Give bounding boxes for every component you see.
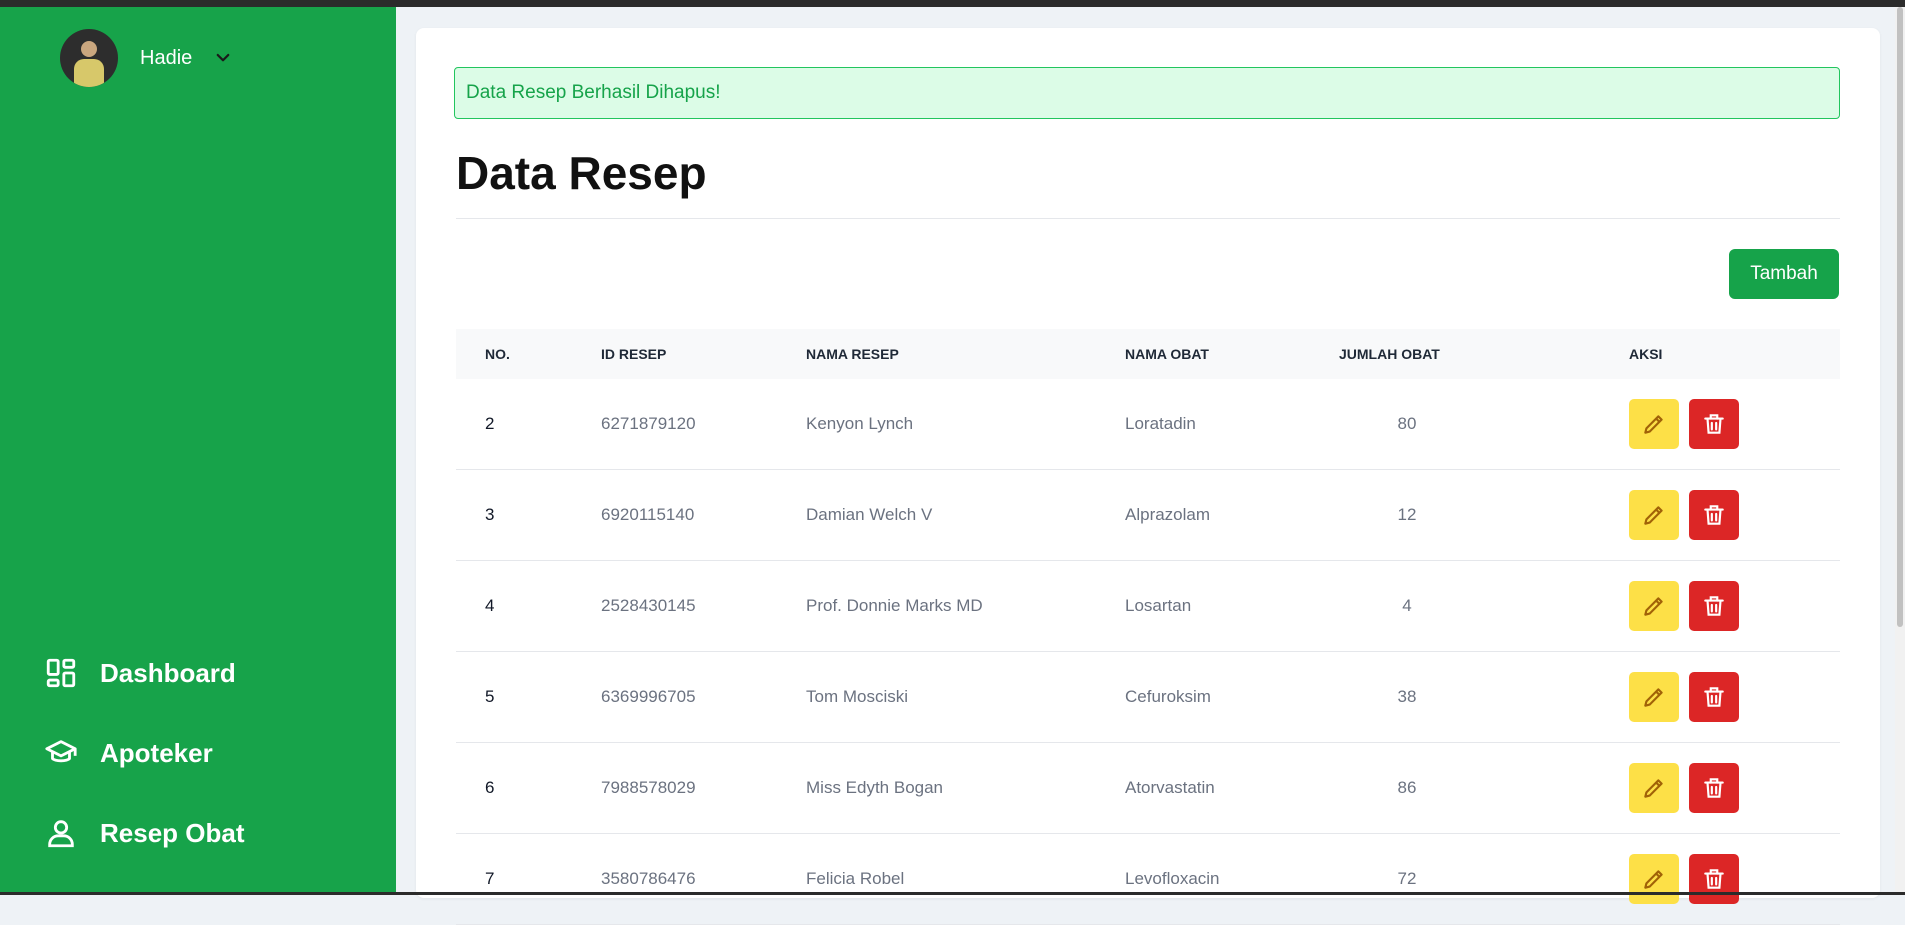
table-row: 6 7988578029 Miss Edyth Bogan Atorvastat…: [456, 743, 1840, 834]
trash-icon: [1704, 687, 1724, 707]
resep-table: NO. ID RESEP NAMA RESEP NAMA OBAT JUMLAH…: [456, 329, 1840, 925]
trash-icon: [1704, 505, 1724, 525]
pencil-icon: [1644, 870, 1663, 889]
cell-jumlah-obat: 4: [1402, 596, 1412, 615]
cell-nama-resep: Kenyon Lynch: [806, 414, 914, 433]
scrollbar-thumb[interactable]: [1897, 7, 1903, 627]
cell-jumlah-obat: 12: [1397, 505, 1417, 524]
sidebar: Hadie Dashboard Apoteker Resep Obat: [0, 7, 396, 892]
user-name: Hadie: [140, 46, 193, 69]
cell-no: 7: [485, 869, 495, 888]
table-row: 5 6369996705 Tom Mosciski Cefuroksim 38: [456, 652, 1840, 743]
edit-button[interactable]: [1629, 399, 1679, 449]
cell-no: 2: [485, 414, 495, 433]
edit-button[interactable]: [1629, 854, 1679, 904]
cell-jumlah-obat: 72: [1397, 869, 1417, 888]
cell-jumlah-obat: 80: [1397, 414, 1417, 433]
delete-button[interactable]: [1689, 763, 1739, 813]
cell-id-resep: 6271879120: [601, 414, 696, 433]
cell-nama-resep: Miss Edyth Bogan: [806, 778, 944, 797]
column-header-no: NO.: [485, 346, 510, 362]
table-header: NO. ID RESEP NAMA RESEP NAMA OBAT JUMLAH…: [456, 329, 1840, 379]
chevron-down-icon: [216, 53, 230, 62]
dashboard-icon: [46, 658, 76, 688]
cell-id-resep: 6920115140: [601, 505, 695, 524]
column-header-nama-obat: NAMA OBAT: [1125, 346, 1209, 362]
cell-id-resep: 7988578029: [601, 778, 696, 797]
cell-no: 3: [485, 505, 495, 524]
cell-id-resep: 2528430145: [601, 596, 696, 615]
cell-nama-obat: Atorvastatin: [1125, 778, 1215, 797]
delete-button[interactable]: [1689, 854, 1739, 904]
cell-nama-resep: Tom Mosciski: [806, 687, 909, 706]
pencil-icon: [1644, 597, 1663, 616]
alert-message: Data Resep Berhasil Dihapus!: [466, 82, 721, 103]
cell-no: 6: [485, 778, 495, 797]
cell-nama-obat: Cefuroksim: [1125, 687, 1211, 706]
sidebar-item-label: Dashboard: [100, 657, 236, 688]
avatar: [60, 29, 118, 87]
trash-icon: [1704, 869, 1724, 889]
delete-button[interactable]: [1689, 399, 1739, 449]
graduation-cap-icon: [45, 740, 77, 763]
sidebar-item-resep-obat[interactable]: Resep Obat: [44, 816, 245, 850]
table-row: 3 6920115140 Damian Welch V Alprazolam 1…: [456, 470, 1840, 561]
window-top-bar: [0, 0, 1905, 7]
pencil-icon: [1644, 779, 1663, 798]
table-row: 4 2528430145 Prof. Donnie Marks MD Losar…: [456, 561, 1840, 652]
add-button[interactable]: Tambah: [1729, 249, 1839, 299]
row-actions: [1629, 581, 1739, 631]
column-header-aksi: AKSI: [1629, 346, 1663, 362]
sidebar-item-apoteker[interactable]: Apoteker: [44, 736, 213, 770]
table-row: 7 3580786476 Felicia Robel Levofloxacin …: [456, 834, 1840, 925]
sidebar-item-dashboard[interactable]: Dashboard: [44, 656, 236, 690]
sidebar-item-label: Apoteker: [100, 737, 213, 768]
pencil-icon: [1644, 415, 1663, 434]
edit-button[interactable]: [1629, 581, 1679, 631]
column-header-id-resep: ID RESEP: [601, 346, 667, 362]
page-scrollbar[interactable]: [1895, 7, 1905, 892]
pencil-icon: [1644, 688, 1663, 707]
page-title: Data Resep: [456, 147, 707, 199]
delete-button[interactable]: [1689, 672, 1739, 722]
cell-id-resep: 6369996705: [601, 687, 696, 706]
user-icon: [48, 820, 74, 848]
sidebar-item-label: Resep Obat: [100, 817, 245, 848]
cell-nama-obat: Levofloxacin: [1125, 869, 1220, 888]
delete-button[interactable]: [1689, 490, 1739, 540]
cell-nama-obat: Alprazolam: [1125, 505, 1211, 524]
trash-icon: [1704, 596, 1724, 616]
edit-button[interactable]: [1629, 490, 1679, 540]
cell-id-resep: 3580786476: [601, 869, 696, 888]
user-menu[interactable]: Hadie: [60, 28, 232, 88]
cell-nama-resep: Prof. Donnie Marks MD: [806, 596, 983, 615]
row-actions: [1629, 490, 1739, 540]
pencil-icon: [1644, 506, 1663, 525]
cell-jumlah-obat: 38: [1397, 687, 1417, 706]
column-header-nama-resep: NAMA RESEP: [806, 346, 899, 362]
delete-button[interactable]: [1689, 581, 1739, 631]
trash-icon: [1704, 778, 1724, 798]
cell-nama-resep: Damian Welch V: [806, 505, 933, 524]
column-header-jumlah-obat: JUMLAH OBAT: [1339, 346, 1440, 362]
cell-nama-resep: Felicia Robel: [806, 869, 905, 888]
cell-jumlah-obat: 86: [1397, 778, 1417, 797]
title-divider: [456, 218, 1840, 219]
cell-no: 5: [485, 687, 495, 706]
row-actions: [1629, 672, 1739, 722]
edit-button[interactable]: [1629, 672, 1679, 722]
edit-button[interactable]: [1629, 763, 1679, 813]
row-actions: [1629, 399, 1739, 449]
trash-icon: [1704, 414, 1724, 434]
cell-nama-obat: Loratadin: [1125, 414, 1196, 433]
row-actions: [1629, 854, 1739, 904]
cell-no: 4: [485, 596, 495, 615]
cell-nama-obat: Losartan: [1125, 596, 1192, 615]
table-row: 2 6271879120 Kenyon Lynch Loratadin 80: [456, 379, 1840, 470]
row-actions: [1629, 763, 1739, 813]
success-alert: Data Resep Berhasil Dihapus!: [454, 67, 1840, 119]
main-card: Data Resep Berhasil Dihapus! Data Resep …: [416, 28, 1880, 925]
